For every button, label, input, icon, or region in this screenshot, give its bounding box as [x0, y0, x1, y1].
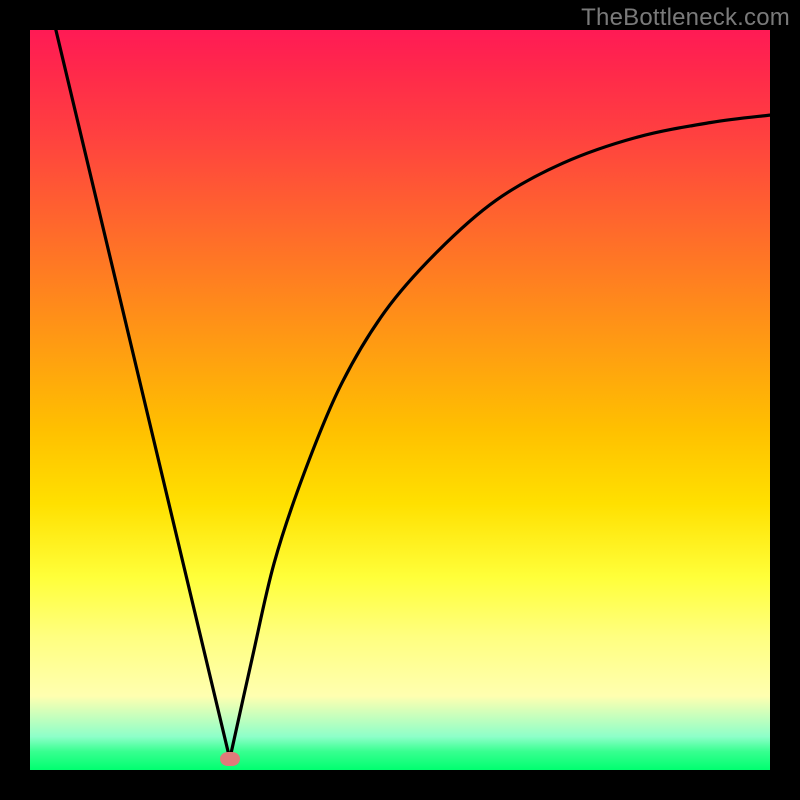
watermark-text: TheBottleneck.com — [581, 4, 790, 32]
bottleneck-curve — [30, 30, 770, 770]
minimum-marker — [220, 752, 240, 766]
curve-path — [56, 30, 770, 759]
chart-plot-area — [30, 30, 770, 770]
